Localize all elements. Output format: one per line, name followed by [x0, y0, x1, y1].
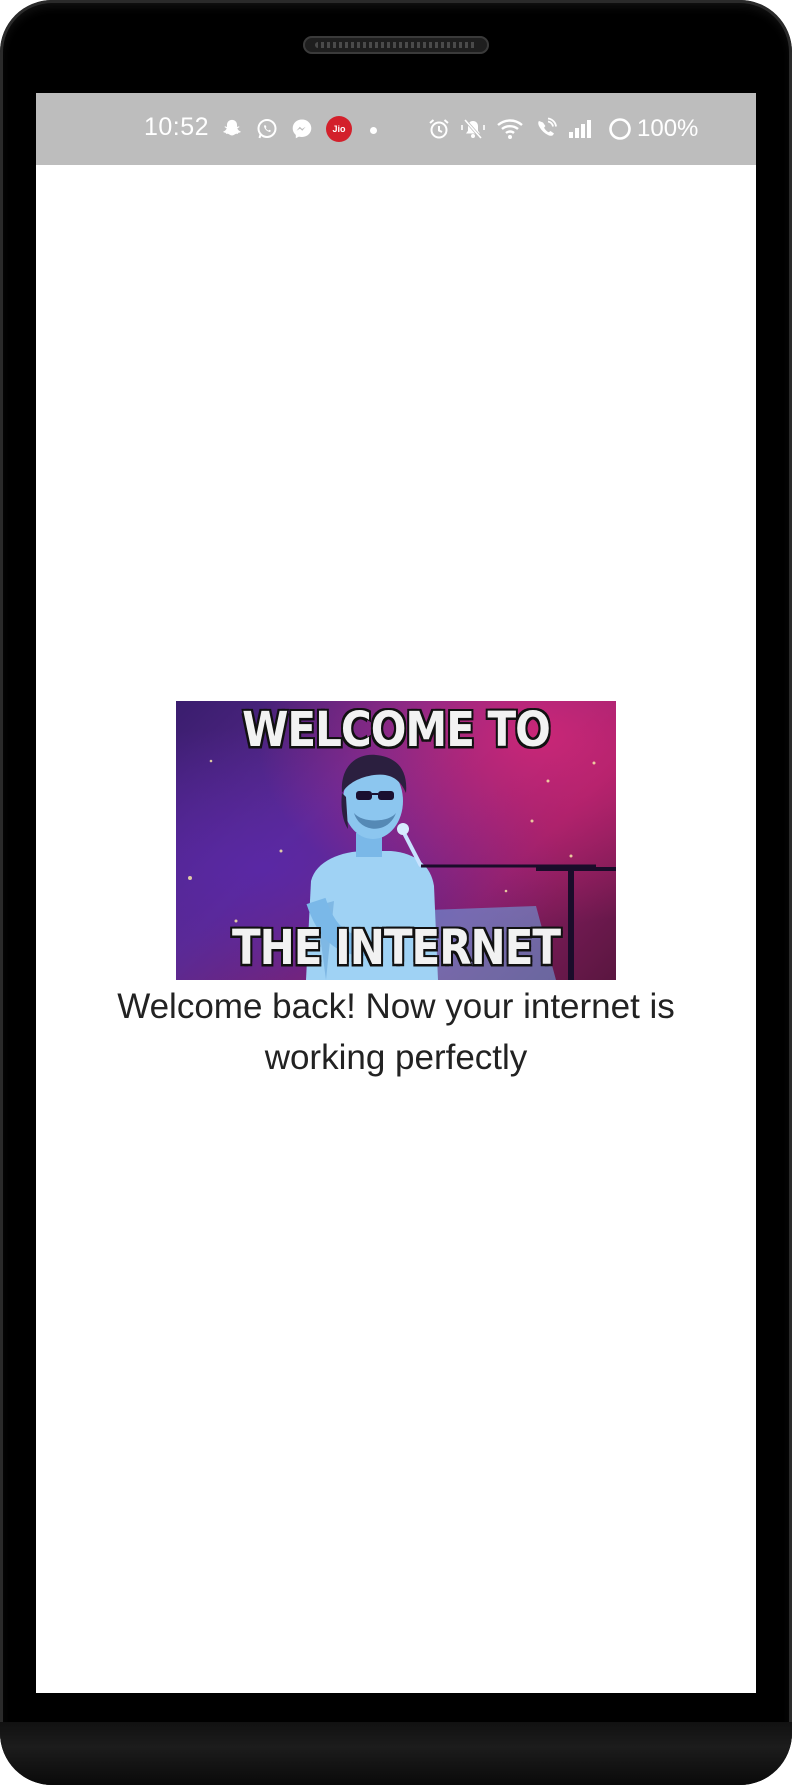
status-bar: 10:52 Jio 100%: [36, 93, 756, 165]
jio-icon: Jio: [326, 116, 352, 142]
gif-caption-top: WELCOME TO: [242, 701, 551, 758]
earpiece-speaker: [303, 36, 489, 54]
battery-percentage: 100%: [637, 115, 699, 142]
notification-dot: [370, 127, 377, 134]
wifi-icon: [496, 115, 524, 143]
welcome-message: Welcome back! Now your internet is worki…: [117, 987, 675, 1077]
welcome-gif: WELCOME TO THE INTERNET: [176, 701, 616, 980]
battery-icon: [606, 115, 634, 143]
phone-frame: 10:52 Jio 100% WELCOME TO THE INTERNET W…: [0, 0, 792, 1785]
messenger-icon: [288, 115, 316, 143]
snapchat-icon: [218, 115, 246, 143]
whatsapp-icon: [253, 115, 281, 143]
gif-caption-bottom: THE INTERNET: [231, 919, 561, 976]
wifi-calling-icon: [532, 115, 560, 143]
signal-icon: [566, 115, 594, 143]
alarm-icon: [425, 115, 453, 143]
status-time: 10:52: [144, 113, 210, 141]
mute-icon: [459, 115, 487, 143]
main-content: WELCOME TO THE INTERNET Welcome back! No…: [36, 165, 756, 1693]
speaker-grill: [315, 42, 477, 48]
bottom-bezel: [0, 1722, 792, 1785]
screen: 10:52 Jio 100% WELCOME TO THE INTERNET W…: [36, 93, 756, 1693]
